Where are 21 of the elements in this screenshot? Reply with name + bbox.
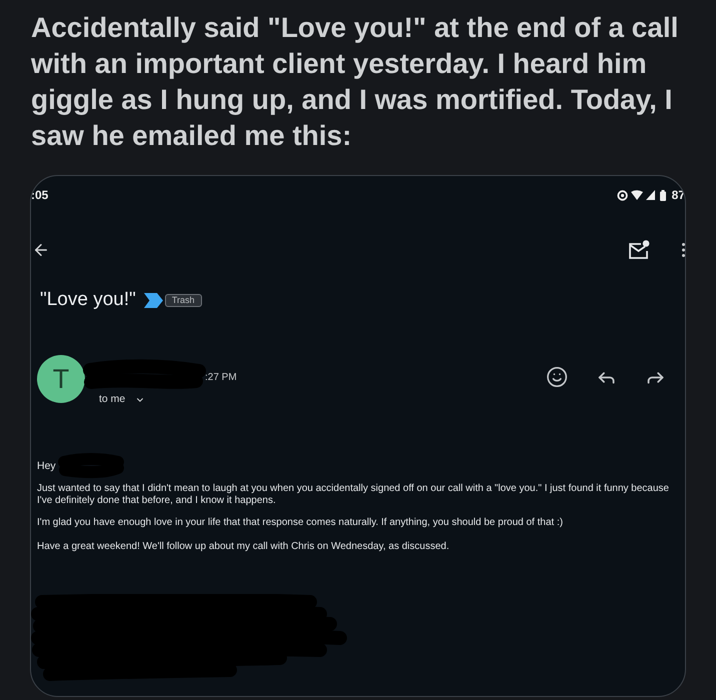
post-caption: Accidentally said "Love you!" at the end of a call with an important client yesterday. I heard him giggle as I hung up, and I was mortified. Today, I saw he emailed me this: <box>30 11 680 153</box>
email-paragraph: Have a great weekend! We'll follow up about my call with Chris on Wednesday, as discussed. <box>37 541 450 553</box>
back-button[interactable] <box>32 241 50 259</box>
signal-icon <box>646 190 655 200</box>
data-saver-icon <box>616 190 628 200</box>
more-icon[interactable] <box>682 243 685 257</box>
battery-icon <box>660 190 666 200</box>
avatar-initial: T <box>52 364 70 394</box>
trash-label: Trash <box>164 294 202 306</box>
envelope-dot-icon <box>628 240 650 260</box>
recipient-toggle[interactable]: to me <box>99 393 146 406</box>
email-time: :27 PM <box>205 372 237 384</box>
email-paragraph: I'm glad you have enough love in your life that that response comes naturally. If anything, you should be proud of that :) <box>37 517 564 529</box>
emoji-reaction-button[interactable] <box>546 366 568 388</box>
email-greeting: Hey <box>37 460 56 472</box>
mark-unread-button[interactable] <box>628 240 650 260</box>
status-time: :05 <box>31 188 48 202</box>
wifi-icon <box>630 190 643 200</box>
email-paragraph: Just wanted to say that I didn't mean to laugh at you when you accidentally signed off on our call with a "love you." I just found it funny because I've definitely done that before, and I know it happens. <box>37 483 670 507</box>
email-subject: "Love you!" <box>40 288 136 312</box>
smiley-icon <box>546 366 568 388</box>
